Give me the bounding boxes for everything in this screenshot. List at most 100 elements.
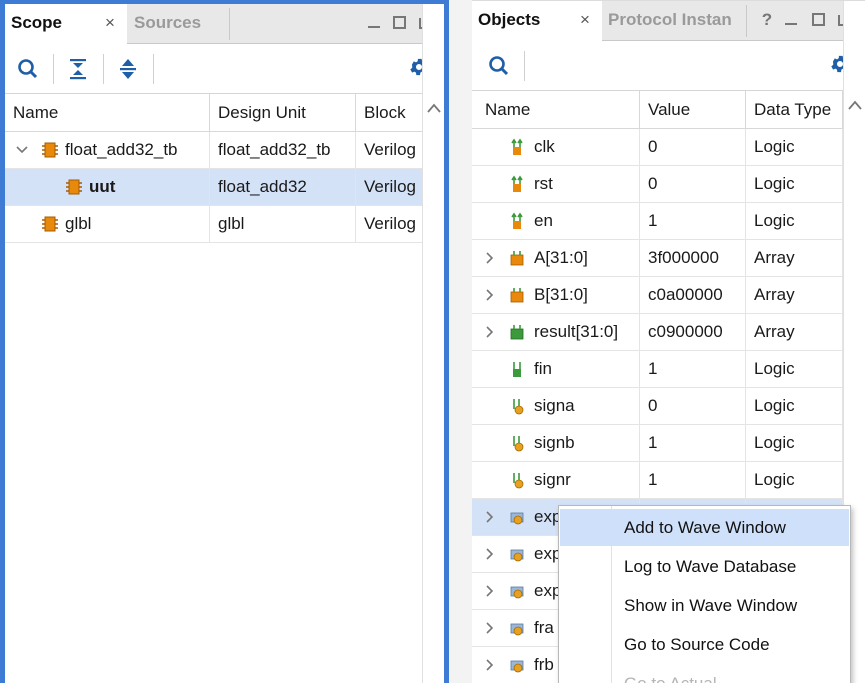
object-row[interactable]: signa 0 Logic — [472, 388, 865, 425]
menu-item-log-to-wave-database[interactable]: Log to Wave Database — [560, 548, 849, 585]
object-row[interactable]: result[31:0] c0900000 Array — [472, 314, 865, 351]
chevron-down-icon[interactable] — [15, 142, 29, 158]
tab-sources-label: Sources — [134, 13, 202, 32]
chevron-up-icon[interactable] — [426, 101, 442, 115]
input-bus-icon — [510, 288, 524, 303]
object-name: signa — [534, 396, 575, 415]
tree-item-label: float_add32_tb — [65, 140, 178, 159]
collapse-all-icon[interactable] — [65, 56, 91, 82]
block-cell: Verilog — [356, 132, 426, 168]
object-type-cell: Array — [746, 240, 843, 276]
object-type-cell: Logic — [746, 351, 843, 387]
minimize-icon[interactable] — [365, 12, 383, 34]
module-icon — [42, 142, 58, 158]
maximize-icon[interactable] — [810, 9, 828, 31]
tree-row[interactable]: glbl glbl Verilog — [5, 206, 444, 243]
tab-objects-close-icon[interactable]: × — [580, 1, 590, 38]
object-name-cell: en — [472, 203, 640, 239]
tab-sources[interactable]: Sources — [128, 4, 228, 44]
chevron-up-icon[interactable] — [847, 98, 863, 112]
object-name: A[31:0] — [534, 248, 588, 267]
chevron-right-icon[interactable] — [482, 287, 496, 303]
objects-tab-bar: Objects × Protocol Instan ? — [472, 1, 865, 42]
object-name-cell: result[31:0] — [472, 314, 640, 350]
object-row[interactable]: signr 1 Logic — [472, 462, 865, 499]
tree-cell-name: glbl — [5, 206, 210, 242]
object-name-cell: fin — [472, 351, 640, 387]
object-name-cell: clk — [472, 129, 640, 165]
input-signal-icon — [511, 175, 523, 192]
output-bus-icon — [510, 325, 524, 340]
block-cell: Verilog — [356, 206, 426, 242]
column-header-name[interactable]: Name — [472, 91, 640, 128]
menu-item-go-to-actual: Go to Actual — [560, 665, 849, 683]
column-header-value[interactable]: Value — [640, 91, 746, 128]
object-row[interactable]: B[31:0] c0a00000 Array — [472, 277, 865, 314]
chevron-right-icon[interactable] — [482, 509, 496, 525]
chevron-right-icon[interactable] — [482, 583, 496, 599]
internal-signal-icon — [513, 399, 524, 415]
column-header-name[interactable]: Name — [5, 94, 210, 131]
panel-splitter[interactable] — [449, 0, 472, 683]
column-header-block[interactable]: Block — [356, 94, 426, 131]
input-signal-icon — [511, 212, 523, 229]
tree-row[interactable]: float_add32_tb float_add32_tb Verilog — [5, 132, 444, 169]
object-row[interactable]: en 1 Logic — [472, 203, 865, 240]
toolbar-separator — [153, 54, 154, 84]
object-name-cell: rst — [472, 166, 640, 202]
tab-scope-close-icon[interactable]: × — [105, 4, 115, 41]
internal-bus-icon — [510, 660, 524, 673]
object-row[interactable]: rst 0 Logic — [472, 166, 865, 203]
object-row[interactable]: signb 1 Logic — [472, 425, 865, 462]
column-header-design-unit[interactable]: Design Unit — [210, 94, 356, 131]
object-name: signr — [534, 470, 571, 489]
help-icon[interactable]: ? — [758, 9, 776, 31]
object-type-cell: Logic — [746, 129, 843, 165]
toolbar-separator — [103, 54, 104, 84]
object-name-cell: signb — [472, 425, 640, 461]
object-type-cell: Logic — [746, 462, 843, 498]
object-value-cell: 0 — [640, 166, 746, 202]
object-value-cell: 1 — [640, 203, 746, 239]
tab-protocol-instances[interactable]: Protocol Instan — [602, 1, 745, 41]
design-unit-cell: float_add32_tb — [210, 132, 356, 168]
object-row[interactable]: A[31:0] 3f000000 Array — [472, 240, 865, 277]
expand-all-icon[interactable] — [115, 56, 141, 82]
chevron-right-icon[interactable] — [482, 657, 496, 673]
tree-row[interactable]: uut float_add32 Verilog — [5, 169, 444, 206]
object-name: fra — [534, 618, 554, 637]
chevron-right-icon[interactable] — [482, 250, 496, 266]
object-row[interactable]: fin 1 Logic — [472, 351, 865, 388]
chevron-right-icon[interactable] — [482, 620, 496, 636]
object-type-cell: Logic — [746, 425, 843, 461]
search-icon[interactable] — [15, 56, 41, 82]
object-type-cell: Logic — [746, 203, 843, 239]
object-value-cell: 0 — [640, 129, 746, 165]
design-unit-cell: float_add32 — [210, 169, 356, 205]
internal-signal-icon — [513, 436, 524, 452]
objects-toolbar — [472, 41, 865, 91]
menu-item-show-in-wave-window[interactable]: Show in Wave Window — [560, 587, 849, 624]
object-row[interactable]: clk 0 Logic — [472, 129, 865, 166]
object-type-cell: Array — [746, 277, 843, 313]
search-icon[interactable] — [486, 53, 512, 79]
objects-grid-header: Name Value Data Type — [472, 91, 865, 129]
menu-item-add-to-wave-window[interactable]: Add to Wave Window — [560, 509, 849, 546]
tree-cell-name: float_add32_tb — [5, 132, 210, 168]
tab-separator — [746, 5, 747, 37]
object-name: signb — [534, 433, 575, 452]
internal-bus-icon — [510, 586, 524, 599]
maximize-icon[interactable] — [391, 12, 409, 34]
scope-scrollbar[interactable] — [422, 4, 444, 683]
block-cell: Verilog — [356, 169, 426, 205]
chevron-right-icon[interactable] — [482, 546, 496, 562]
toolbar-separator — [524, 51, 525, 81]
menu-item-go-to-source-code[interactable]: Go to Source Code — [560, 626, 849, 663]
object-name: rst — [534, 174, 553, 193]
chevron-right-icon[interactable] — [482, 324, 496, 340]
tab-objects-label: Objects — [478, 10, 541, 29]
column-header-data-type[interactable]: Data Type — [746, 91, 843, 128]
object-value-cell: 1 — [640, 425, 746, 461]
input-signal-icon — [511, 138, 523, 155]
minimize-icon[interactable] — [782, 9, 800, 31]
